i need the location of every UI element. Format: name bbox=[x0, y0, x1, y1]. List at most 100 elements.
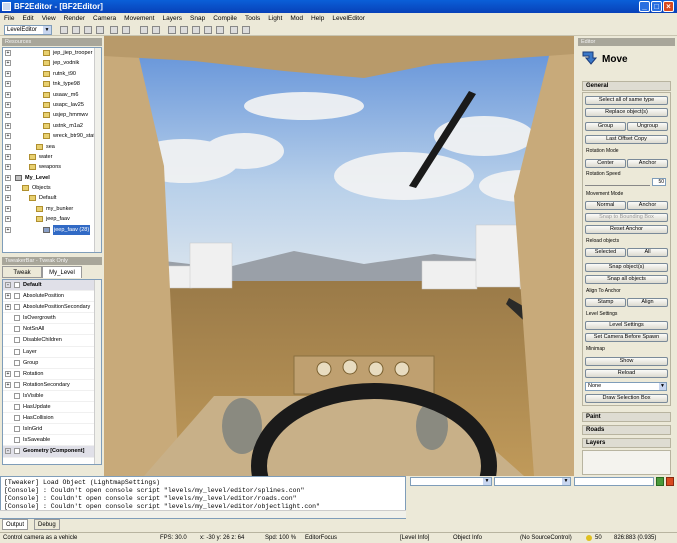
tree-item[interactable]: + jep_vodnik bbox=[3, 58, 101, 68]
resource-scrollbar[interactable] bbox=[94, 48, 101, 252]
ungroup-button[interactable]: Ungroup bbox=[627, 122, 668, 131]
pick-icon[interactable] bbox=[216, 26, 224, 34]
delete-icon[interactable] bbox=[140, 26, 148, 34]
expand-icon[interactable]: + bbox=[5, 81, 11, 88]
property-row[interactable]: HasUpdate bbox=[3, 402, 101, 414]
collapse-icon[interactable]: - bbox=[5, 282, 11, 288]
expand-icon[interactable]: + bbox=[5, 381, 11, 388]
collapse-icon[interactable]: - bbox=[5, 448, 11, 455]
close-button[interactable]: × bbox=[663, 1, 674, 12]
snap-all-objects-button[interactable]: Snap all objects bbox=[585, 275, 668, 284]
property-scrollbar[interactable] bbox=[94, 280, 101, 464]
draw-selection-box-button[interactable]: Draw Selection Box bbox=[585, 394, 668, 403]
save-all-icon[interactable] bbox=[96, 26, 104, 34]
snap-bounding-box-button[interactable]: Snap to Bounding Box bbox=[585, 213, 668, 222]
tree-item[interactable]: + usaav_m6 bbox=[3, 90, 101, 100]
tree-item[interactable]: + usapc_lav25 bbox=[3, 100, 101, 110]
property-row[interactable]: Group bbox=[3, 358, 101, 369]
tree-item[interactable]: + jep_jiep_trooper bbox=[3, 48, 101, 58]
tree-item[interactable]: + water bbox=[3, 152, 101, 162]
resource-tree[interactable]: + jep_jiep_trooper + jep_vodnik + rutnk_t90 + t… bbox=[2, 47, 102, 253]
expand-icon[interactable]: + bbox=[5, 101, 11, 108]
tab-my-level[interactable]: My_Level bbox=[42, 266, 82, 278]
set-camera-before-spawn-button[interactable]: Set Camera Before Spawn bbox=[585, 333, 668, 342]
property-row[interactable]: Layer bbox=[3, 347, 101, 358]
grid-icon[interactable] bbox=[242, 26, 250, 34]
run-icon[interactable] bbox=[656, 477, 664, 486]
rotation-speed-value[interactable]: 50 bbox=[652, 178, 666, 186]
cut-icon[interactable] bbox=[110, 26, 118, 34]
property-row[interactable]: + AbsolutePositionSecondary bbox=[3, 302, 101, 314]
expand-icon[interactable]: + bbox=[5, 91, 11, 98]
expand-icon[interactable]: + bbox=[5, 370, 11, 377]
tab-output[interactable]: Output bbox=[2, 519, 29, 530]
minimap-reload-button[interactable]: Reload bbox=[585, 369, 668, 378]
snap-objects-button[interactable]: Snap object(s) bbox=[585, 263, 668, 272]
property-row[interactable]: - Geometry [Component] bbox=[3, 446, 101, 458]
select-icon[interactable] bbox=[168, 26, 176, 34]
property-row[interactable]: + AbsolutePosition bbox=[3, 291, 101, 303]
property-row[interactable]: + Rotation bbox=[3, 369, 101, 380]
tree-item[interactable]: + jeep_faav bbox=[3, 214, 101, 224]
expand-icon[interactable]: + bbox=[5, 122, 11, 129]
copy-icon[interactable] bbox=[122, 26, 130, 34]
expand-icon[interactable]: + bbox=[5, 293, 11, 300]
expand-icon[interactable]: + bbox=[5, 70, 11, 77]
tree-item[interactable]: + jeep_faav (28) bbox=[3, 224, 101, 235]
tree-item[interactable]: + weapons bbox=[3, 162, 101, 172]
menu-item-leveleditor[interactable]: LevelEditor bbox=[328, 13, 369, 24]
last-offset-copy-button[interactable]: Last Offset Copy bbox=[585, 135, 668, 144]
new-icon[interactable] bbox=[60, 26, 68, 34]
tree-item[interactable]: + Objects bbox=[3, 183, 101, 193]
3d-viewport[interactable] bbox=[104, 36, 574, 476]
minimap-show-button[interactable]: Show bbox=[585, 357, 668, 366]
group-general[interactable]: General bbox=[582, 81, 671, 91]
group-layers[interactable]: Layers bbox=[582, 438, 671, 448]
stamp-button[interactable]: Stamp bbox=[585, 298, 626, 307]
expand-icon[interactable]: + bbox=[5, 205, 11, 212]
rotation-anchor-button[interactable]: Anchor bbox=[627, 159, 668, 168]
group-roads[interactable]: Roads bbox=[582, 425, 671, 435]
movement-normal-button[interactable]: Normal bbox=[585, 201, 626, 210]
menu-item-snap[interactable]: Snap bbox=[186, 13, 209, 24]
maximize-button[interactable]: □ bbox=[651, 1, 662, 12]
select-all-same-type-button[interactable]: Select all of same type bbox=[585, 96, 668, 105]
property-row[interactable]: IsSaveable bbox=[3, 435, 101, 447]
menu-item-edit[interactable]: Edit bbox=[18, 13, 37, 24]
expand-icon[interactable]: + bbox=[5, 133, 11, 140]
expand-icon[interactable]: + bbox=[5, 174, 11, 181]
property-row[interactable]: HasCollision bbox=[3, 413, 101, 425]
menu-item-light[interactable]: Light bbox=[264, 13, 286, 24]
snap-icon[interactable] bbox=[230, 26, 238, 34]
group-paint[interactable]: Paint bbox=[582, 412, 671, 422]
expand-icon[interactable]: + bbox=[5, 112, 11, 119]
replace-objects-button[interactable]: Replace object(s) bbox=[585, 108, 668, 117]
expand-icon[interactable]: + bbox=[5, 164, 11, 171]
level-settings-button[interactable]: Level Settings bbox=[585, 321, 668, 330]
undo-icon[interactable] bbox=[152, 26, 160, 34]
open-icon[interactable] bbox=[72, 26, 80, 34]
movement-anchor-button[interactable]: Anchor bbox=[627, 201, 668, 210]
property-row[interactable]: IsVisible bbox=[3, 391, 101, 403]
tree-item[interactable]: + sea bbox=[3, 142, 101, 152]
tree-item[interactable]: + ustnk_m1a2 bbox=[3, 121, 101, 131]
reload-all-button[interactable]: All bbox=[627, 248, 668, 257]
property-row[interactable]: IsOvergrowth bbox=[3, 313, 101, 325]
tree-item[interactable]: + tnk_type98 bbox=[3, 79, 101, 89]
command-input[interactable] bbox=[574, 477, 654, 486]
expand-icon[interactable]: + bbox=[5, 153, 11, 160]
tab-tweak[interactable]: Tweak bbox=[2, 266, 42, 278]
filter-select-2[interactable]: ▼ bbox=[494, 477, 571, 486]
property-row[interactable]: IsInGrid bbox=[3, 424, 101, 436]
tab-debug[interactable]: Debug bbox=[34, 519, 60, 530]
console-scrollbar[interactable] bbox=[0, 510, 406, 518]
align-button[interactable]: Align bbox=[627, 298, 668, 307]
expand-icon[interactable]: + bbox=[5, 143, 11, 150]
menu-item-layers[interactable]: Layers bbox=[158, 13, 186, 24]
minimize-button[interactable]: _ bbox=[639, 1, 650, 12]
menu-item-tools[interactable]: Tools bbox=[241, 13, 264, 24]
reload-selected-button[interactable]: Selected bbox=[585, 248, 626, 257]
clear-icon[interactable] bbox=[666, 477, 674, 486]
rotation-speed-slider[interactable] bbox=[585, 179, 650, 186]
property-list[interactable]: - Default + AbsolutePosition + AbsolutePositi… bbox=[2, 279, 102, 465]
